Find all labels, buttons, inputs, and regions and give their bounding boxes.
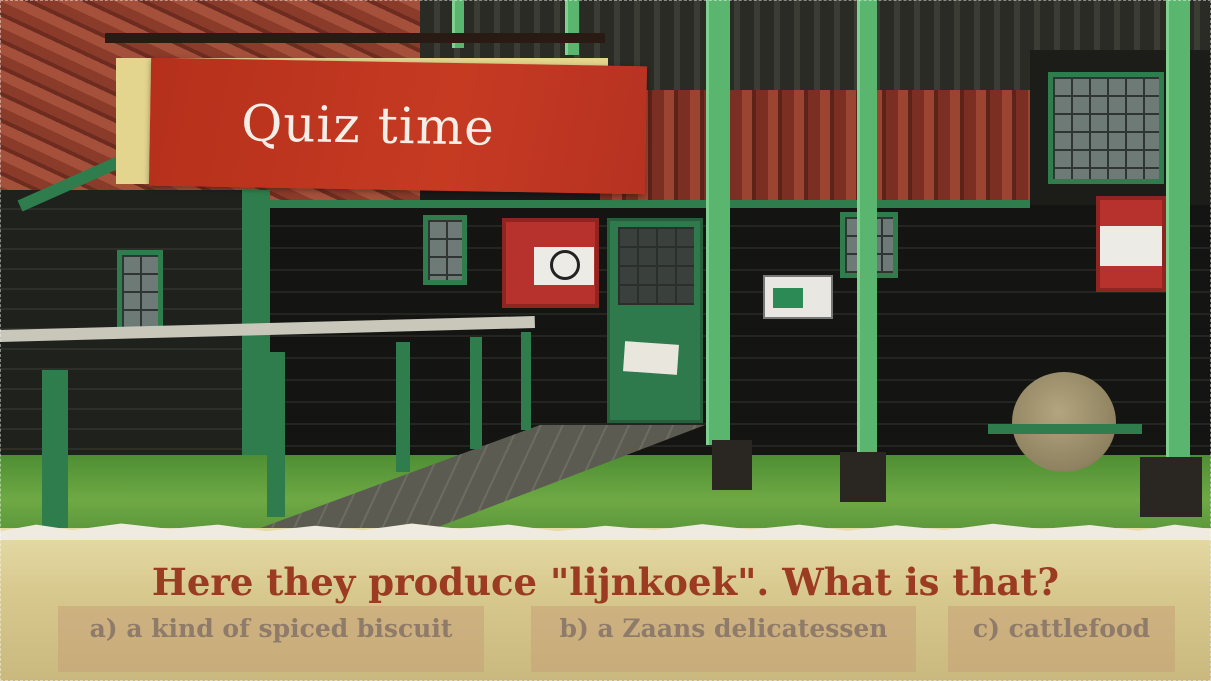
post-base [712,440,752,490]
answer-option-b[interactable]: b) a Zaans delicatessen [531,606,916,672]
green-post [1166,0,1190,515]
window-left [117,250,163,334]
green-post [706,0,730,445]
post-base [1140,457,1202,517]
page-title: Quiz time [240,94,496,157]
quiz-slide: Quiz time Here they produce "lijnkoek". … [0,0,1211,681]
emblem-icon [550,250,580,280]
green-post [565,0,579,55]
post-base [840,452,886,502]
rail-post [42,370,68,528]
green-door [607,218,703,423]
window-upper [1048,72,1164,184]
door-note [623,341,679,375]
green-post [857,0,877,500]
millstone-bench [988,424,1142,434]
answer-option-c[interactable]: c) cattlefood [948,606,1175,672]
millstone [1012,372,1116,472]
red-shutter [502,218,599,308]
title-banner: Quiz time [148,57,648,195]
question-text: Here they produce "lijnkoek". What is th… [151,560,1060,604]
answer-option-a[interactable]: a) a kind of spiced biscuit [58,606,484,672]
title-shadow-strip [105,33,605,43]
eave-trim [270,200,1030,208]
rail-post [521,332,531,430]
window-middle [423,215,467,285]
tiled-roof-right [600,90,1030,200]
rail-post [396,342,410,472]
door-window [618,227,694,305]
price-sign [763,275,833,319]
red-shutter-right [1096,196,1166,292]
rail-post [267,352,285,517]
rail-post [470,337,482,449]
